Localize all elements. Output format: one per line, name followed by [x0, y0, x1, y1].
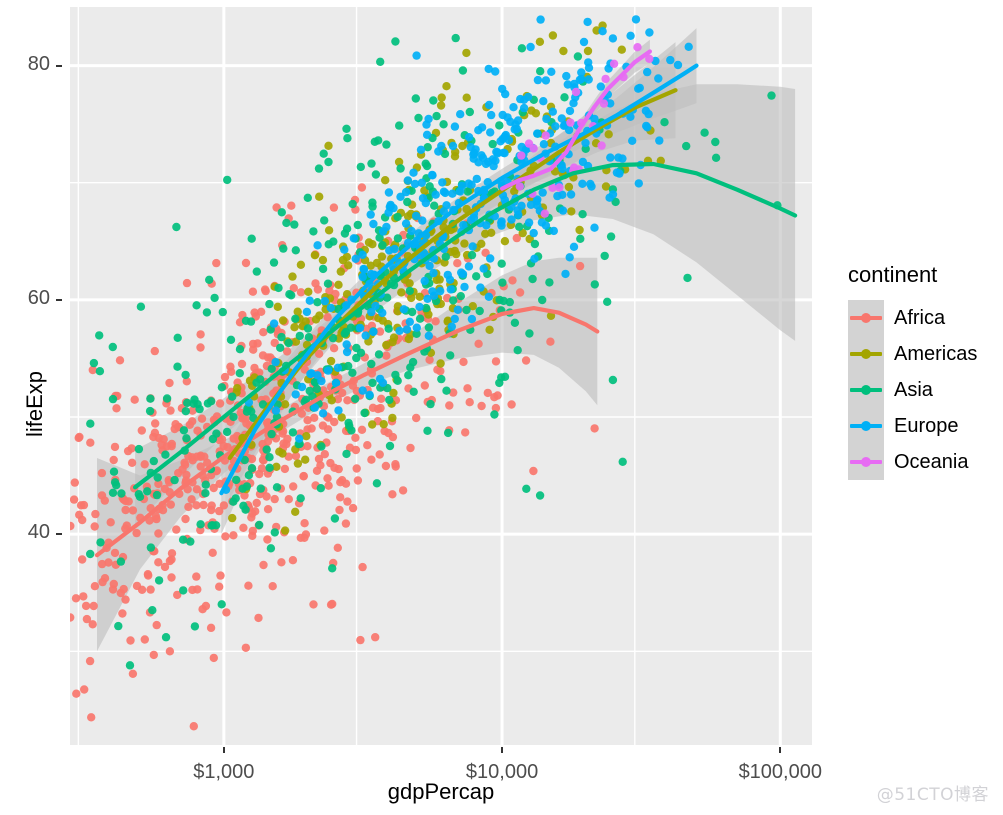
legend-key-point	[861, 421, 871, 431]
plot-panel	[70, 7, 812, 745]
legend-item-africa[interactable]: Africa	[848, 300, 977, 336]
legend-item-label: Americas	[894, 342, 978, 365]
plot-canvas	[70, 7, 812, 745]
legend-item-label: Asia	[894, 378, 933, 401]
chart-root: 40 60 80 lifeExp $1,000 $10,000 $100,000 gdp…	[0, 0, 1003, 815]
legend-key-swatch	[848, 444, 884, 480]
y-tick-label: 40	[27, 521, 50, 544]
legend-item-label: Europe	[894, 414, 959, 437]
y-tick-mark	[56, 298, 62, 301]
legend-key-swatch	[848, 300, 884, 336]
legend-key-swatch	[848, 408, 884, 444]
legend-key-point	[861, 385, 871, 395]
legend-key-point	[861, 349, 871, 359]
x-axis-title: gdpPercap	[387, 779, 495, 804]
legend-item-oceania[interactable]: Oceania	[848, 444, 977, 480]
watermark: @51CTO博客	[876, 785, 989, 805]
y-tick-label: 80	[27, 52, 50, 75]
legend-item-asia[interactable]: Asia	[848, 372, 977, 408]
legend-key-swatch	[848, 372, 884, 408]
legend-item-americas[interactable]: Americas	[848, 336, 977, 372]
legend-item-label: Africa	[894, 306, 946, 329]
legend-item-label: Oceania	[894, 450, 969, 473]
y-axis-title: lifeExp	[22, 370, 47, 437]
y-tick-label: 60	[27, 286, 50, 309]
legend-items: Africa Americas Asia Europe Oceania	[848, 300, 977, 480]
legend-key-point	[861, 457, 871, 467]
y-tick-mark	[56, 533, 62, 536]
legend-title: continent	[848, 262, 938, 287]
legend-key-swatch	[848, 336, 884, 372]
legend-key-point	[861, 313, 871, 323]
legend: continent Africa Americas Asia Europe Oceani…	[848, 262, 977, 480]
y-tick-mark	[56, 64, 62, 67]
legend-item-europe[interactable]: Europe	[848, 408, 977, 444]
